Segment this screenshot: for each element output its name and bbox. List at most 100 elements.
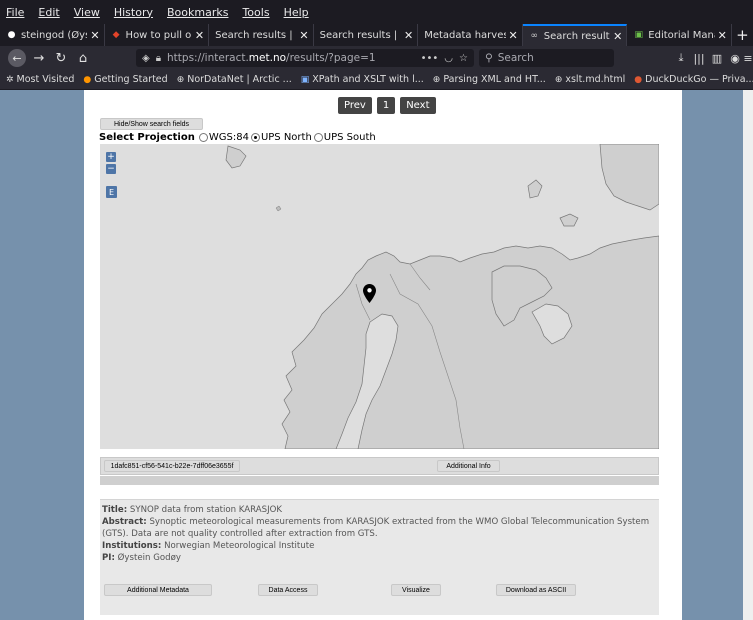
next-button[interactable]: Next (400, 97, 436, 114)
bookmark-parsing-xml[interactable]: ⊕ Parsing XML and HT... (433, 74, 546, 85)
sidebar-icon[interactable]: ▥ (708, 49, 726, 67)
duckduckgo-icon: ● (634, 74, 643, 85)
scrollbar-track[interactable] (743, 90, 753, 620)
download-ascii-button[interactable]: Download as ASCII (496, 584, 576, 596)
forward-button[interactable]: → (28, 48, 50, 68)
projection-selector: Select Projection WGS:84 UPS North UPS S… (99, 132, 376, 143)
land-svalbard (225, 145, 247, 169)
tab-label: steingod (Øystein (21, 29, 87, 41)
url-bar[interactable]: ◈ 🔒︎ https://interact.met.no/results/?pa… (136, 49, 474, 67)
share-icon: ∞ (530, 31, 538, 41)
prev-button[interactable]: Prev (338, 97, 372, 114)
separator-band (100, 476, 659, 485)
bookmark-most-visited[interactable]: ✲ Most Visited (6, 74, 74, 85)
bookmark-duckduckgo[interactable]: ● DuckDuckGo — Priva... (634, 74, 753, 85)
zoom-in-button[interactable]: + (106, 152, 116, 162)
map-coastline (225, 144, 659, 449)
map-marker-icon[interactable] (363, 284, 376, 303)
gear-icon: ✲ (6, 74, 14, 85)
tab-editorial-manager[interactable]: ▣ Editorial Manager ✕ (627, 24, 732, 46)
close-icon[interactable]: ✕ (718, 29, 727, 42)
tab-gitlab[interactable]: ◆ How to pull one c ✕ (105, 24, 210, 46)
close-icon[interactable]: ✕ (299, 29, 308, 42)
gitlab-icon: ◆ (112, 30, 120, 40)
visualize-button[interactable]: Visualize (391, 584, 441, 596)
close-icon[interactable]: ✕ (90, 29, 99, 42)
reload-button[interactable]: ↻ (50, 48, 72, 68)
menu-file[interactable]: File (6, 6, 24, 19)
land-island-small (275, 205, 282, 212)
home-icon: ⌂ (78, 50, 88, 66)
menu-history[interactable]: History (114, 6, 153, 19)
bookmark-getting-started[interactable]: ● Getting Started (83, 74, 167, 85)
record-title: SYNOP data from station KARASJOK (129, 505, 283, 515)
globe-icon: ⊕ (554, 74, 563, 85)
bookmark-xslt-md[interactable]: ⊕ xslt.md.html (555, 74, 625, 85)
home-button[interactable]: ⌂ (72, 48, 94, 68)
globe-icon: ⊕ (432, 74, 441, 85)
close-icon[interactable]: ✕ (613, 30, 622, 43)
search-icon: ⚲ (485, 52, 493, 64)
menu-tools[interactable]: Tools (242, 6, 269, 19)
close-icon[interactable]: ✕ (404, 29, 413, 42)
firefox-icon: ● (83, 74, 92, 85)
tab-search-nor[interactable]: Search results | Nor ✕ (314, 24, 419, 46)
zoom-out-button[interactable]: − (106, 164, 116, 174)
pagination: Prev 1 Next (338, 97, 436, 114)
globe-icon: ⊕ (176, 74, 185, 85)
separator-white (100, 485, 659, 499)
url-text: https://interact.met.no/results/?page=1 (167, 52, 376, 64)
zoom-extent-button[interactable]: E (106, 186, 117, 198)
map-view[interactable]: + − E (100, 144, 659, 449)
back-button[interactable]: ← (6, 48, 28, 68)
nav-bar: ← → ↻ ⌂ ◈ 🔒︎ https://interact.met.no/res… (0, 46, 753, 70)
tab-metadata-harvests[interactable]: Metadata harvests fo ✕ (418, 24, 523, 46)
forward-arrow-icon: → (33, 50, 45, 66)
additional-info-button[interactable]: Additional Info (437, 460, 500, 472)
tab-search-active[interactable]: ∞ Search results | ✕ (522, 24, 628, 46)
bookmark-xpath-xslt[interactable]: ▣ XPath and XSLT with l... (301, 74, 424, 85)
menu-view[interactable]: View (74, 6, 100, 19)
record-title-line: Title: SYNOP data from station KARASJOK (102, 505, 283, 515)
radio-wgs84[interactable] (198, 133, 208, 142)
hide-show-search-button[interactable]: Hide/Show search fields (100, 118, 203, 130)
close-icon[interactable]: ✕ (509, 29, 518, 42)
tab-github[interactable]: ● steingod (Øystein ✕ (0, 24, 105, 46)
projection-label: Select Projection (99, 132, 195, 143)
record-text: Title: SYNOP data from station KARASJOK … (102, 504, 654, 564)
close-icon[interactable]: ✕ (195, 29, 204, 42)
tab-label: Metadata harvests fo (424, 29, 505, 41)
tab-label: Editorial Manager (648, 29, 714, 41)
tab-search-adc[interactable]: Search results | adc ✕ (209, 24, 314, 46)
radio-ups-south-label: UPS South (323, 132, 376, 143)
reload-icon: ↻ (55, 50, 67, 66)
pocket-icon[interactable]: ◡ (444, 53, 453, 64)
download-icon[interactable]: ⤓ (672, 49, 690, 67)
menu-bar: File Edit View History Bookmarks Tools H… (0, 0, 753, 24)
additional-metadata-button[interactable]: Additional Metadata (104, 584, 212, 596)
new-tab-icon[interactable]: + (732, 24, 753, 46)
bookmarks-bar: ✲ Most Visited ● Getting Started ⊕ NorDataN… (0, 70, 753, 90)
radio-wgs84-label: WGS:84 (208, 132, 249, 143)
page-1-button[interactable]: 1 (376, 97, 396, 114)
radio-ups-north[interactable] (250, 133, 260, 142)
bookmark-nordatanet[interactable]: ⊕ NorDataNet | Arctic ... (177, 74, 292, 85)
radio-ups-south[interactable] (313, 133, 323, 142)
library-icon[interactable]: ||| (690, 49, 708, 67)
tab-label: How to pull one c (125, 29, 192, 41)
record-id-button[interactable]: 1dafc851-cf56-541c-b22e-7dff06e3655f (104, 460, 240, 472)
data-access-button[interactable]: Data Access (258, 584, 318, 596)
hamburger-menu-icon[interactable]: ≡ (739, 49, 753, 67)
tab-label: Search results | Nor (319, 29, 401, 41)
star-icon[interactable]: ☆ (459, 53, 468, 64)
more-icon[interactable]: ••• (421, 53, 439, 64)
tab-label: Search results | adc (215, 29, 296, 41)
menu-help[interactable]: Help (284, 6, 309, 19)
shield-icon: ◈ (142, 52, 150, 64)
tab-label: Search results | (543, 30, 610, 42)
land-franz-josef (527, 179, 543, 199)
menu-edit[interactable]: Edit (38, 6, 59, 19)
search-input[interactable]: ⚲ Search (479, 49, 614, 67)
record-pi: Øystein Godøy (117, 553, 181, 563)
menu-bookmarks[interactable]: Bookmarks (167, 6, 228, 19)
